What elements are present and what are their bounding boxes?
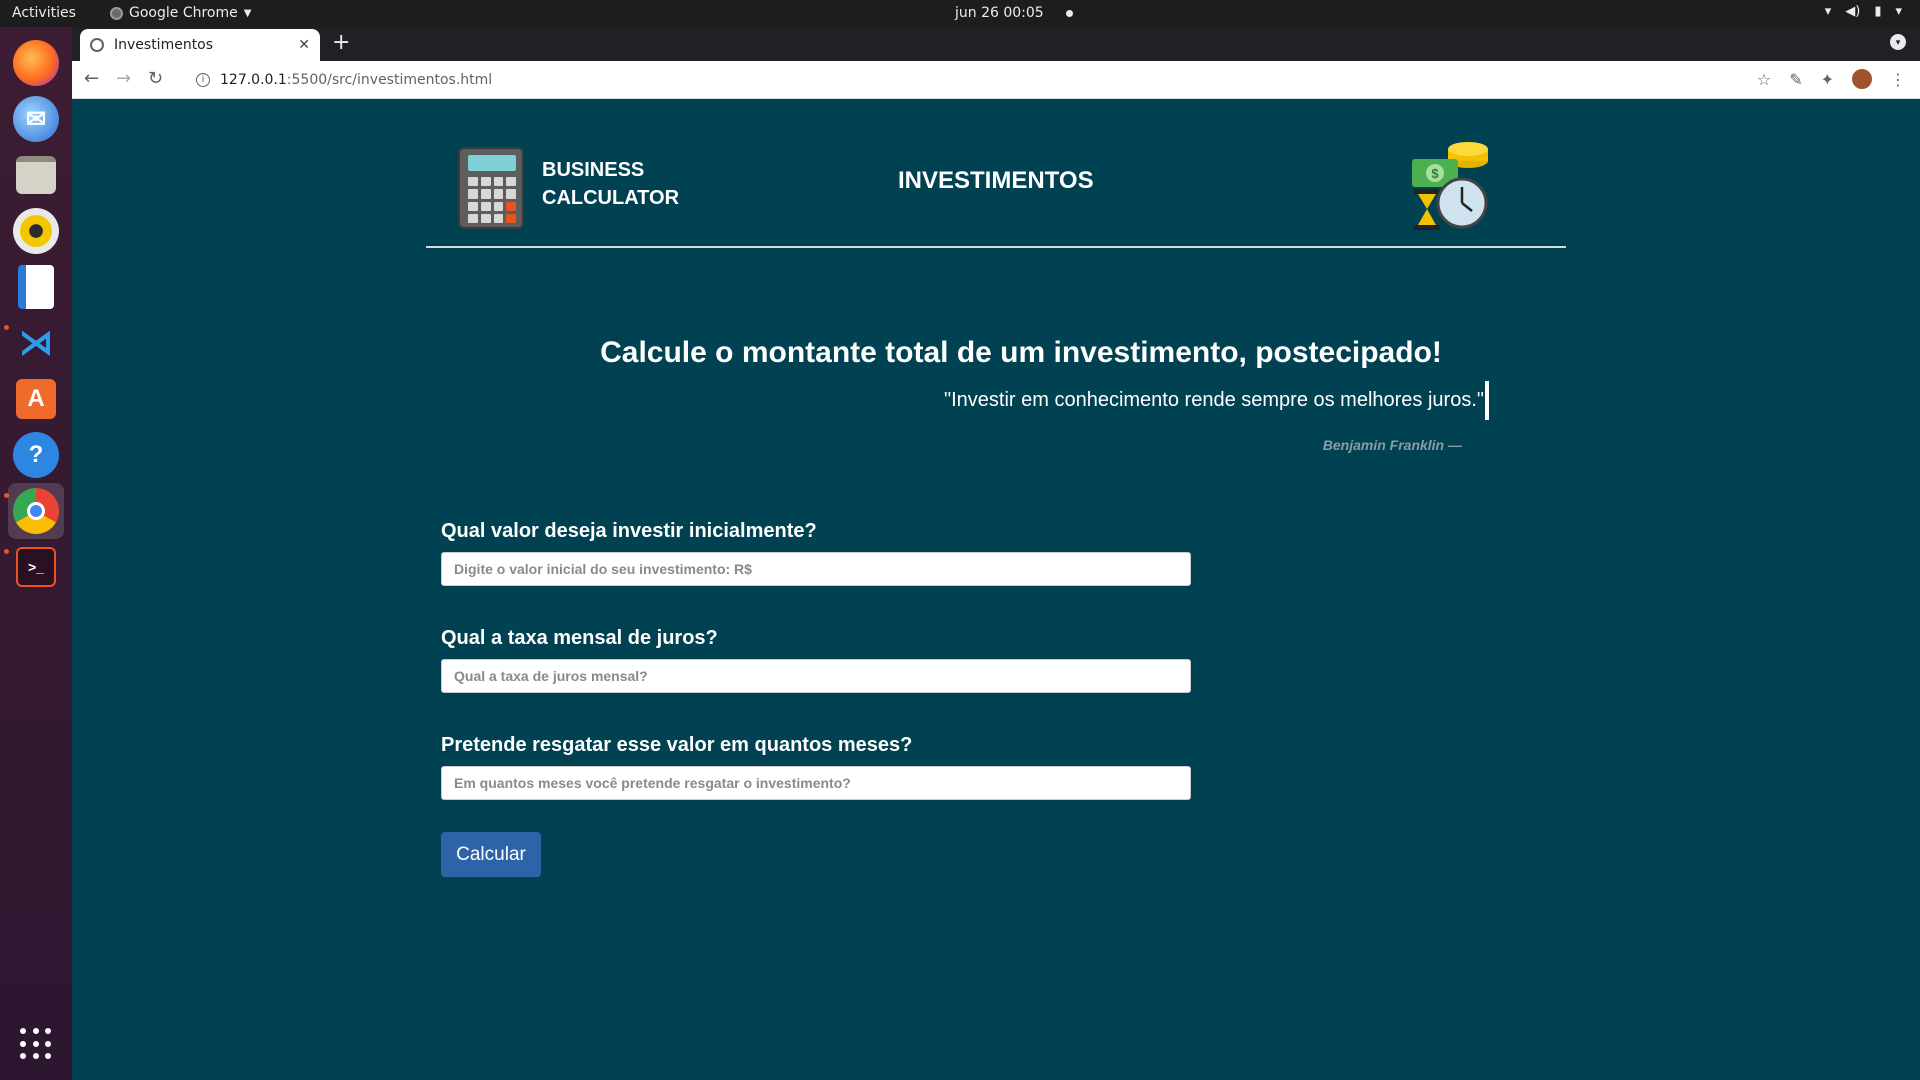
tab-title: Investimentos — [114, 37, 214, 53]
quote-author: Benjamin Franklin — — [1322, 437, 1462, 453]
dock: ✉ ⋊ A ? >_ — [0, 27, 72, 1080]
info-icon[interactable]: i — [196, 73, 210, 87]
terminal-launcher[interactable]: >_ — [8, 539, 64, 595]
system-tray[interactable]: ▾ ◀) ▮ ▾ — [1825, 4, 1902, 19]
activities-button[interactable]: Activities — [12, 5, 76, 21]
back-icon[interactable]: ← — [84, 68, 99, 89]
calculate-button[interactable]: Calcular — [441, 832, 541, 877]
clock-label: jun 26 00:05 — [955, 5, 1044, 21]
new-tab-button[interactable]: + — [332, 30, 350, 55]
initial-value-input[interactable] — [441, 552, 1191, 586]
chrome-launcher[interactable] — [8, 483, 64, 539]
tab-investimentos[interactable]: Investimentos ✕ — [80, 29, 320, 61]
headline: Calcule o montante total de um investime… — [600, 336, 1442, 369]
software-launcher[interactable]: A — [8, 371, 64, 427]
system-top-bar: Activities Google Chrome ▼ jun 26 00:05 … — [0, 0, 1920, 27]
reload-icon[interactable]: ↻ — [148, 68, 163, 89]
bookmark-star-icon[interactable]: ☆ — [1757, 70, 1771, 89]
firefox-icon — [13, 40, 59, 86]
menu-icon[interactable]: ⋮ — [1890, 70, 1906, 89]
caret-down-icon: ▼ — [243, 7, 252, 19]
brand-name[interactable]: BUSINESS CALCULATOR — [542, 156, 679, 212]
app-menu[interactable]: Google Chrome ▼ — [110, 5, 251, 21]
brand-line-2: CALCULATOR — [542, 187, 680, 209]
chrome-icon — [13, 488, 59, 534]
terminal-icon: >_ — [16, 547, 56, 587]
toolbar-actions: ☆ ✎ ✦ ⋮ — [1757, 69, 1906, 89]
help-launcher[interactable]: ? — [8, 427, 64, 483]
interest-rate-input[interactable] — [441, 659, 1191, 693]
profile-avatar[interactable] — [1852, 69, 1872, 89]
files-launcher[interactable] — [8, 147, 64, 203]
close-icon[interactable]: ✕ — [298, 37, 310, 53]
svg-text:$: $ — [1431, 166, 1439, 181]
thunderbird-icon: ✉ — [13, 96, 59, 142]
site-header: BUSINESS CALCULATOR INVESTIMENTOS $ — [426, 99, 1566, 248]
vscode-launcher[interactable]: ⋊ — [8, 315, 64, 371]
help-icon: ? — [13, 432, 59, 478]
extension-icon[interactable]: ✎ — [1789, 70, 1802, 89]
wifi-icon: ▾ — [1824, 4, 1832, 19]
notification-dot-icon — [1066, 9, 1074, 17]
files-icon — [16, 156, 56, 194]
firefox-launcher[interactable] — [8, 35, 64, 91]
months-label: Pretende resgatar esse valor em quantos … — [441, 734, 913, 756]
page-content: BUSINESS CALCULATOR INVESTIMENTOS $ Calc… — [72, 99, 1920, 1080]
rhythmbox-icon — [13, 208, 59, 254]
brand-line-1: BUSINESS — [542, 159, 645, 181]
money-time-icon: $ — [1412, 142, 1488, 230]
url-host: 127.0.0.1 — [220, 72, 287, 88]
forward-icon[interactable]: → — [116, 68, 131, 89]
calculator-icon — [458, 147, 524, 229]
volume-icon: ◀) — [1845, 4, 1861, 19]
vscode-icon: ⋊ — [19, 324, 53, 362]
quote-bar — [1485, 381, 1489, 420]
clock[interactable]: jun 26 00:05 — [955, 5, 1074, 21]
thunderbird-launcher[interactable]: ✉ — [8, 91, 64, 147]
chrome-small-icon — [110, 6, 123, 20]
rhythmbox-launcher[interactable] — [8, 203, 64, 259]
writer-icon — [18, 265, 54, 309]
battery-icon: ▮ — [1874, 4, 1882, 19]
globe-icon — [90, 38, 104, 52]
quote-text: "Investir em conhecimento rende sempre o… — [944, 389, 1484, 411]
address-bar[interactable]: i 127.0.0.1:5500/src/investimentos.html — [182, 65, 1832, 95]
software-icon: A — [16, 379, 56, 419]
url-path: :5500/src/investimentos.html — [286, 72, 493, 88]
interest-rate-label: Qual a taxa mensal de juros? — [441, 627, 718, 649]
investment-form: Qual valor deseja investir inicialmente?… — [441, 520, 1191, 841]
puzzle-icon[interactable]: ✦ — [1821, 70, 1834, 89]
app-menu-label: Google Chrome — [129, 5, 238, 21]
browser-toolbar: ← → ↻ i 127.0.0.1:5500/src/investimentos… — [72, 61, 1920, 99]
tab-search-button[interactable]: ▾ — [1890, 34, 1906, 50]
months-input[interactable] — [441, 766, 1191, 800]
show-applications-button[interactable] — [20, 1028, 52, 1060]
chevron-down-icon: ▾ — [1895, 4, 1902, 19]
writer-launcher[interactable] — [8, 259, 64, 315]
page-title: INVESTIMENTOS — [898, 167, 1094, 194]
tab-strip: Investimentos ✕ + ▾ — [72, 27, 1920, 61]
initial-value-label: Qual valor deseja investir inicialmente? — [441, 520, 817, 542]
